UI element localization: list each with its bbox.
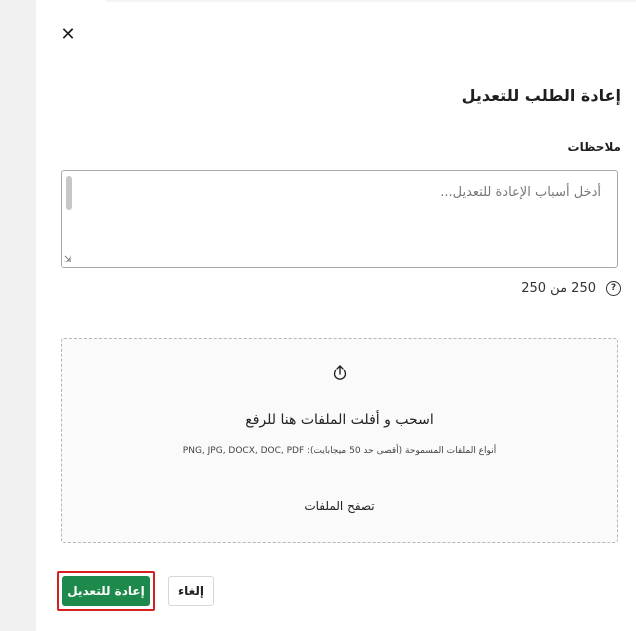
cancel-button[interactable]: إلغاء (168, 576, 214, 606)
notes-label: ملاحظات (567, 140, 621, 154)
browse-files-link[interactable]: تصفح الملفات (62, 499, 617, 513)
notes-textarea[interactable]: أدخل أسباب الإعادة للتعديل... ⇲ (61, 170, 618, 268)
upload-icon (333, 365, 347, 380)
character-counter: ? 250 من 250 (521, 281, 621, 296)
top-divider (106, 0, 636, 2)
dialog-title: إعادة الطلب للتعديل (461, 86, 621, 105)
dialog-panel: ✕ إعادة الطلب للتعديل ملاحظات أدخل أسباب… (36, 0, 636, 631)
file-dropzone[interactable]: اسحب و أفلت الملفات هنا للرفع أنواع المل… (61, 338, 618, 543)
allowed-file-types: أنواع الملفات المسموحة (أقصى حد 50 ميجاب… (182, 446, 497, 456)
dropzone-title: اسحب و أفلت الملفات هنا للرفع (245, 412, 434, 428)
close-icon[interactable]: ✕ (58, 24, 78, 45)
textarea-scrollbar[interactable] (66, 176, 72, 210)
counter-text: 250 من 250 (521, 281, 596, 296)
help-icon[interactable]: ? (606, 281, 621, 296)
notes-placeholder: أدخل أسباب الإعادة للتعديل... (440, 185, 601, 200)
return-for-revision-button[interactable]: إعادة للتعديل (62, 576, 150, 606)
resize-handle-icon[interactable]: ⇲ (64, 255, 74, 265)
